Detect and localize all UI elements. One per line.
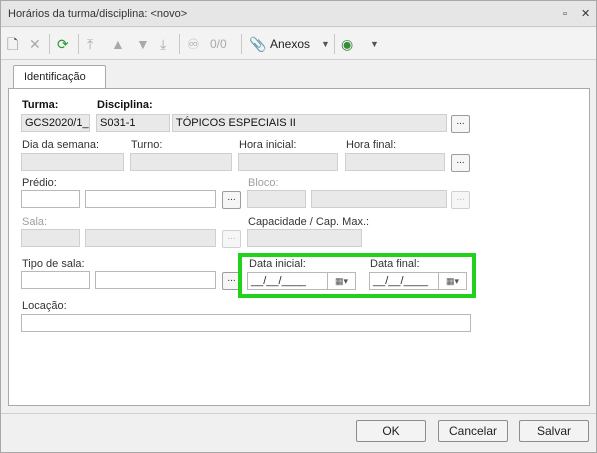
turno-label: Turno:	[131, 139, 163, 151]
bloco-name-field[interactable]	[311, 190, 447, 208]
tipo-sala-label: Tipo de sala:	[22, 258, 85, 270]
data-final-field[interactable]: __/__/____	[369, 272, 439, 290]
locacao-label: Locação:	[22, 300, 67, 312]
turno-field[interactable]	[130, 153, 232, 171]
capacidade-label: Capacidade / Cap. Max.:	[248, 216, 370, 228]
predio-code-field[interactable]	[21, 190, 80, 208]
bloco-label: Bloco:	[248, 177, 279, 189]
disciplina-code-field[interactable]: S031-1	[96, 114, 170, 132]
disciplina-lookup-button[interactable]: ...	[451, 115, 470, 133]
tipo-sala-name-field[interactable]	[95, 271, 216, 289]
save-button[interactable]: Salvar	[519, 420, 589, 442]
record-counter: 0/0	[210, 37, 227, 51]
predio-lookup-button[interactable]: ...	[222, 191, 241, 209]
turma-label: Turma:	[22, 99, 59, 111]
dia-semana-field[interactable]	[21, 153, 124, 171]
chevron-down-icon[interactable]: ▼	[370, 36, 379, 52]
dia-semana-label: Dia da semana:	[22, 139, 100, 151]
restore-icon[interactable]: ▫	[563, 8, 567, 20]
new-record-icon[interactable]: 🗋	[7, 36, 18, 52]
hora-final-label: Hora final:	[346, 139, 397, 151]
hora-final-field[interactable]	[345, 153, 445, 171]
first-record-icon[interactable]: ⤒	[87, 36, 93, 52]
sala-label: Sala:	[22, 216, 48, 228]
disciplina-name-field[interactable]: TÓPICOS ESPECIAIS II	[172, 114, 447, 132]
data-inicial-label: Data inicial:	[249, 258, 306, 270]
next-record-icon[interactable]: ▼	[136, 36, 150, 52]
chevron-down-icon[interactable]: ▼	[321, 36, 330, 52]
delete-icon[interactable]: ✕	[29, 36, 41, 52]
toolbar: 🗋 ✕ ⟳ ⤒ ▲ ▼ ⤓ ♾ 0/0 📎 Anexos ▼ ◉ ▼	[1, 28, 596, 60]
form-panel: Turma: Disciplina: GCS2020/1_ S031-1 TÓP…	[8, 88, 590, 406]
bloco-code-field[interactable]	[247, 190, 306, 208]
previous-record-icon[interactable]: ▲	[111, 36, 125, 52]
hora-inicial-field[interactable]	[238, 153, 338, 171]
calendar-dropdown-icon[interactable]: ▦▾	[328, 272, 356, 290]
attachments-button[interactable]: Anexos	[270, 37, 310, 51]
globe-icon[interactable]: ◉	[341, 36, 353, 52]
predio-name-field[interactable]	[85, 190, 216, 208]
tipo-sala-code-field[interactable]	[21, 271, 90, 289]
calendar-dropdown-icon[interactable]: ▦▾	[439, 272, 467, 290]
ok-button[interactable]: OK	[356, 420, 426, 442]
turma-field[interactable]: GCS2020/1_	[21, 114, 90, 132]
capacidade-field[interactable]	[247, 229, 362, 247]
horario-lookup-button[interactable]: ...	[451, 154, 470, 172]
disciplina-label: Disciplina:	[97, 99, 153, 111]
data-final-label: Data final:	[370, 258, 420, 270]
sala-code-field[interactable]	[21, 229, 80, 247]
cancel-button[interactable]: Cancelar	[438, 420, 508, 442]
close-icon[interactable]: ✕	[581, 8, 590, 20]
tab-label: Identificação	[24, 71, 86, 83]
tab-identificacao[interactable]: Identificação	[13, 65, 106, 89]
last-record-icon[interactable]: ⤓	[160, 36, 166, 52]
paperclip-icon: 📎	[249, 36, 267, 52]
bloco-lookup-button[interactable]: ...	[451, 191, 470, 209]
hora-inicial-label: Hora inicial:	[239, 139, 297, 151]
dialog-window: Horários da turma/disciplina: <novo> ▫ ✕…	[0, 0, 597, 453]
window-title: Horários da turma/disciplina: <novo>	[8, 8, 188, 20]
predio-label: Prédio:	[22, 177, 57, 189]
sala-name-field[interactable]	[85, 229, 216, 247]
sala-lookup-button[interactable]: ...	[222, 230, 241, 248]
locacao-field[interactable]	[21, 314, 471, 332]
refresh-icon[interactable]: ⟳	[57, 36, 69, 52]
title-bar: Horários da turma/disciplina: <novo> ▫ ✕	[1, 1, 596, 27]
data-inicial-field[interactable]: __/__/____	[247, 272, 328, 290]
binoculars-icon[interactable]: ♾	[187, 36, 200, 52]
